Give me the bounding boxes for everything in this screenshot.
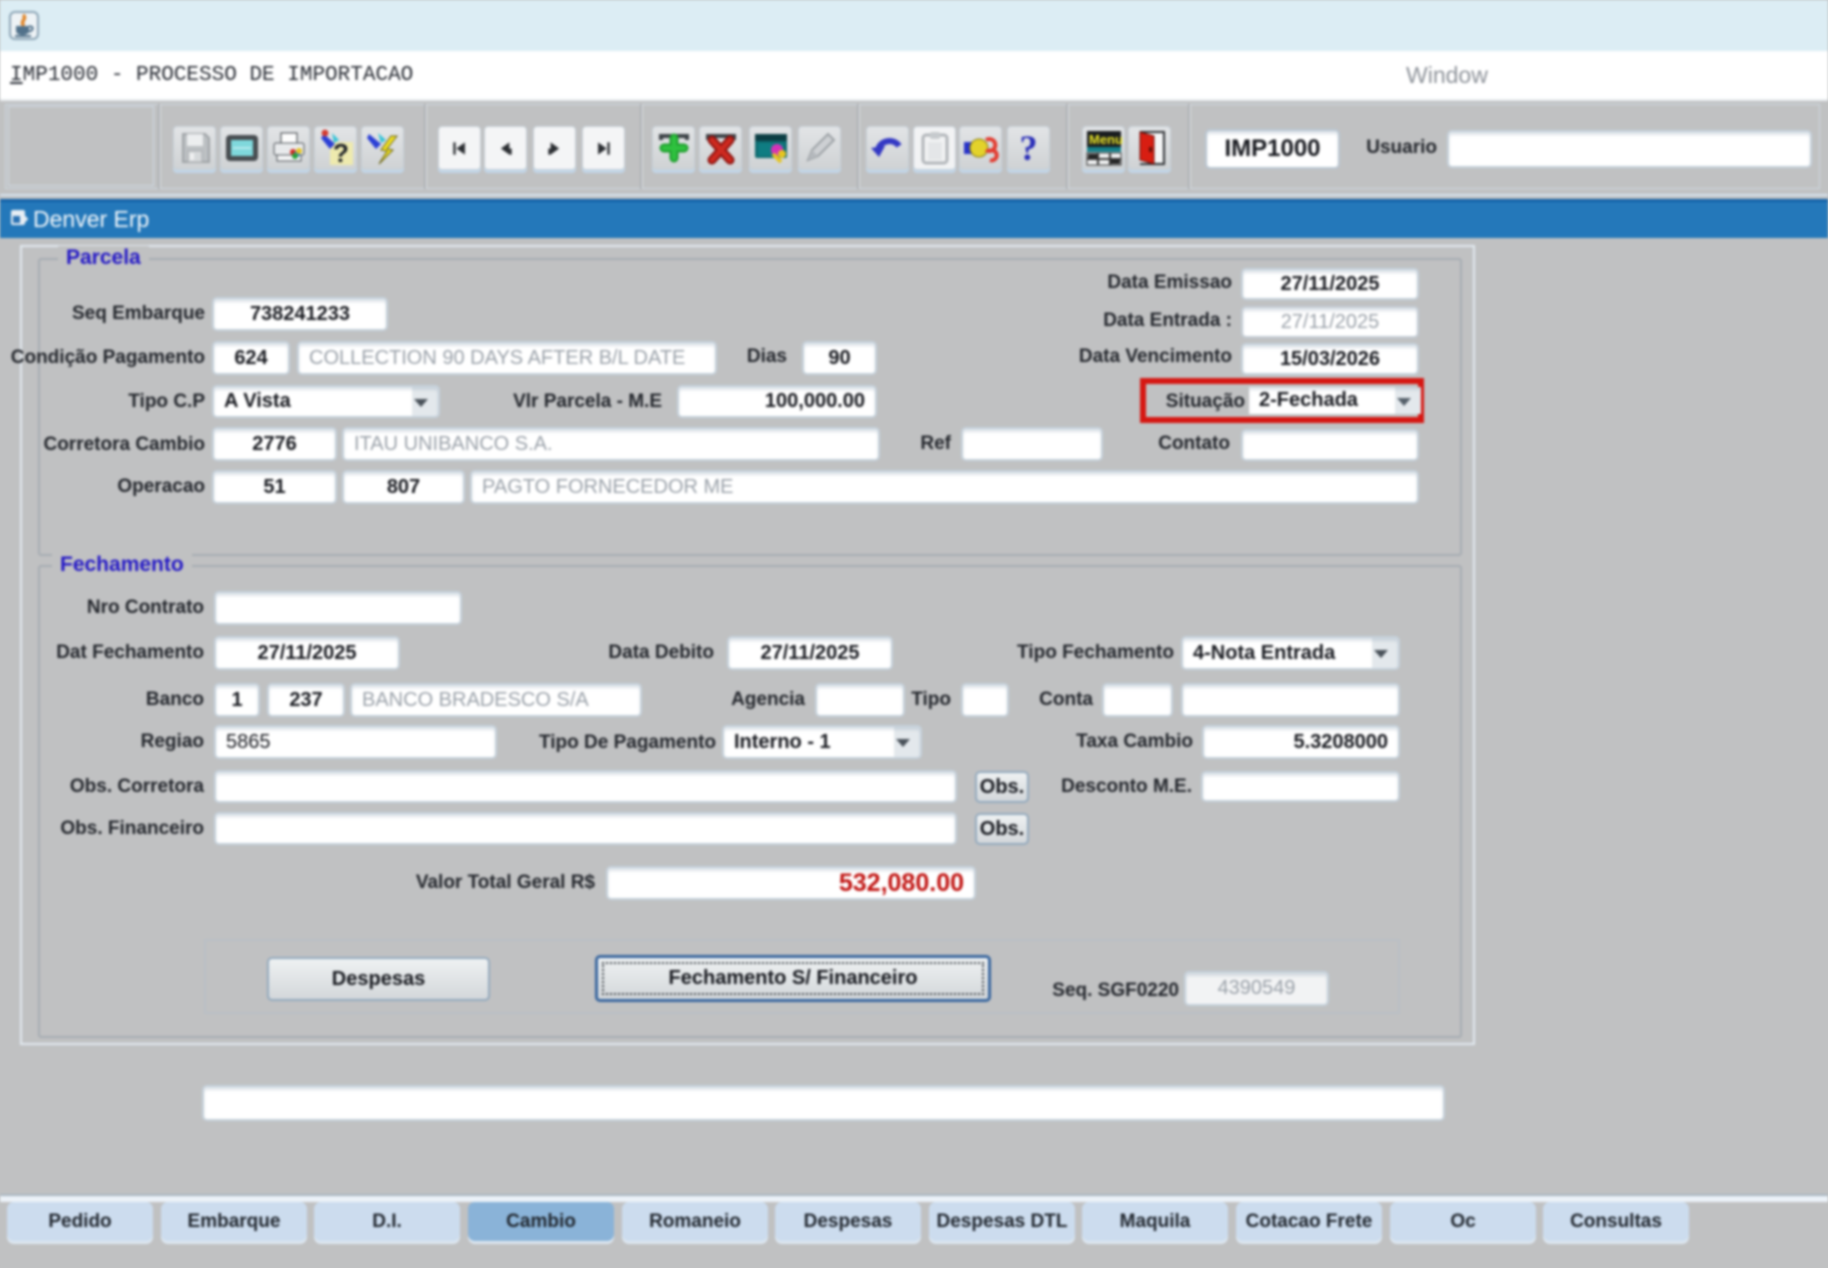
svg-text:?: ? [333, 138, 349, 167]
svg-text:Menu: Menu [1089, 132, 1123, 147]
